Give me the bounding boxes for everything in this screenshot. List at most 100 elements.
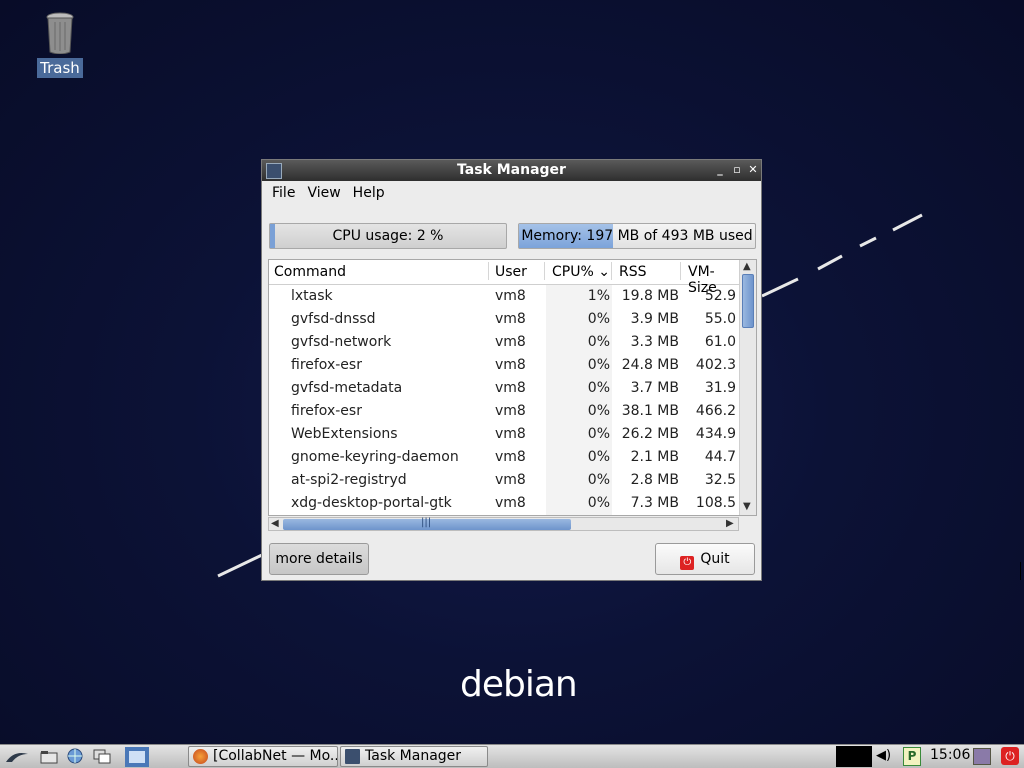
process-rss: 19.8 MB xyxy=(621,288,679,304)
maximize-icon[interactable]: ▫ xyxy=(731,163,743,177)
column-header-rss[interactable]: RSS xyxy=(619,262,681,280)
memory-usage-bar: Memory: 197 MB of 493 MB used xyxy=(518,223,756,249)
process-command: xdg-desktop-portal-gtk xyxy=(291,495,452,511)
taskbar-item-firefox-label: [CollabNet — Mo... xyxy=(213,748,338,764)
process-cpu: 0% xyxy=(587,311,610,327)
process-rss: 26.2 MB xyxy=(621,426,679,442)
clock[interactable]: 15:06 xyxy=(930,747,970,763)
column-header-command[interactable]: Command xyxy=(274,262,489,280)
trash-desktop-icon[interactable]: Trash xyxy=(36,12,84,78)
taskbar-item-task-manager[interactable]: Task Manager xyxy=(340,746,488,767)
lock-screen-icon[interactable] xyxy=(973,748,991,765)
process-row[interactable]: firefox-esr vm8 0% 38.1 MB 466.2 xyxy=(269,400,740,423)
process-user: vm8 xyxy=(495,288,526,304)
process-vm-size: 44.7 xyxy=(704,449,736,465)
taskbar-item-firefox[interactable]: [CollabNet — Mo... xyxy=(188,746,338,767)
process-user: vm8 xyxy=(495,426,526,442)
process-row[interactable]: firefox-esr vm8 0% 24.8 MB 402.3 xyxy=(269,354,740,377)
desktop-pager-icon[interactable] xyxy=(124,746,150,768)
volume-icon[interactable]: ◀) xyxy=(876,748,891,763)
process-command: gvfsd-metadata xyxy=(291,380,403,396)
process-command: firefox-esr xyxy=(291,357,362,373)
process-list-header: Command User CPU% ⌄ RSS VM-Size xyxy=(269,260,743,296)
window-switcher-icon[interactable] xyxy=(93,748,111,764)
process-cpu: 0% xyxy=(587,334,610,350)
scroll-down-arrow-icon[interactable]: ▼ xyxy=(743,501,751,512)
process-row[interactable]: lxtask vm8 1% 19.8 MB 52.9 xyxy=(269,285,740,308)
process-rss: 3.7 MB xyxy=(630,380,679,396)
column-header-cpu-label: CPU% xyxy=(552,264,594,280)
close-icon[interactable]: ✕ xyxy=(747,163,759,177)
power-icon: ⏻ xyxy=(680,556,695,570)
process-row[interactable]: WebExtensions vm8 0% 26.2 MB 434.9 xyxy=(269,423,740,446)
logout-power-icon[interactable]: ⏻ xyxy=(1001,747,1019,765)
process-cpu: 0% xyxy=(587,380,610,396)
trash-icon xyxy=(46,12,74,55)
debian-logo: debian xyxy=(460,664,578,705)
process-cpu: 0% xyxy=(587,403,610,419)
process-list[interactable]: Command User CPU% ⌄ RSS VM-Size lxtask vm… xyxy=(268,259,757,516)
process-rss: 24.8 MB xyxy=(621,357,679,373)
title-bar[interactable]: Task Manager _ ▫ ✕ xyxy=(262,160,761,181)
process-vm-size: 402.3 xyxy=(695,357,736,373)
process-vm-size: 61.0 xyxy=(704,334,736,350)
vertical-scrollbar[interactable]: ▲ ▼ xyxy=(739,260,756,515)
process-vm-size: 31.9 xyxy=(704,380,736,396)
horizontal-scroll-thumb[interactable]: ||| xyxy=(283,517,571,530)
process-cpu: 0% xyxy=(587,449,610,465)
process-command: gnome-keyring-daemon xyxy=(291,449,459,465)
process-rss: 7.3 MB xyxy=(630,495,679,511)
cpu-usage-bar: CPU usage: 2 % xyxy=(269,223,507,249)
process-vm-size: 32.5 xyxy=(704,472,736,488)
menu-file[interactable]: File xyxy=(266,185,301,201)
sort-chevron-down-icon: ⌄ xyxy=(598,264,610,280)
file-manager-icon[interactable] xyxy=(40,748,58,764)
process-row[interactable]: gvfsd-metadata vm8 0% 3.7 MB 31.9 xyxy=(269,377,740,400)
menu-help[interactable]: Help xyxy=(347,185,391,201)
menu-launcher-icon[interactable] xyxy=(4,748,30,764)
process-command: WebExtensions xyxy=(291,426,398,442)
web-browser-icon[interactable] xyxy=(66,748,84,764)
process-row[interactable]: gvfsd-dnssd vm8 0% 3.9 MB 55.0 xyxy=(269,308,740,331)
scroll-left-arrow-icon[interactable]: ◀ xyxy=(271,518,279,529)
package-updates-icon[interactable]: P xyxy=(903,747,921,766)
memory-usage-text: Memory: 197 MB of 493 MB used xyxy=(521,228,753,244)
scroll-right-arrow-icon[interactable]: ▶ xyxy=(726,518,734,529)
process-row[interactable]: gnome-keyring-daemon vm8 0% 2.1 MB 44.7 xyxy=(269,446,740,469)
taskbar: [CollabNet — Mo... Task Manager ◀) P 15:… xyxy=(0,744,1024,768)
more-details-button[interactable]: more details xyxy=(269,543,369,575)
process-rows: lxtask vm8 1% 19.8 MB 52.9 gvfsd-dnssd vm8 0% 3.… xyxy=(269,285,740,515)
process-user: vm8 xyxy=(495,380,526,396)
process-row[interactable]: xdg-desktop-portal-gtk vm8 0% 7.3 MB 108.5 xyxy=(269,492,740,515)
menu-view[interactable]: View xyxy=(301,185,346,201)
column-header-cpu[interactable]: CPU% ⌄ xyxy=(552,262,612,280)
trash-label: Trash xyxy=(37,58,83,78)
process-row[interactable]: gvfsd-network vm8 0% 3.3 MB 61.0 xyxy=(269,331,740,354)
column-header-user[interactable]: User xyxy=(495,262,545,280)
process-cpu: 0% xyxy=(587,495,610,511)
horizontal-scrollbar[interactable]: ◀ ||| ▶ xyxy=(268,517,739,531)
process-cpu: 0% xyxy=(587,472,610,488)
quit-label: Quit xyxy=(700,551,730,567)
process-row[interactable]: at-spi2-registryd vm8 0% 2.8 MB 32.5 xyxy=(269,469,740,492)
minimize-icon[interactable]: _ xyxy=(714,163,726,177)
quit-button[interactable]: ⏻ Quit xyxy=(655,543,755,575)
process-vm-size: 108.5 xyxy=(695,495,736,511)
process-command: lxtask xyxy=(291,288,333,304)
window-title: Task Manager xyxy=(457,162,566,178)
process-user: vm8 xyxy=(495,403,526,419)
column-header-vm-size[interactable]: VM-Size xyxy=(688,262,743,296)
task-manager-window: Task Manager _ ▫ ✕ File View Help CPU us… xyxy=(261,159,762,581)
process-cpu: 0% xyxy=(587,426,610,442)
process-user: vm8 xyxy=(495,449,526,465)
vertical-scroll-thumb[interactable] xyxy=(742,274,754,328)
firefox-icon xyxy=(193,749,208,764)
cpu-usage-text: CPU usage: 2 % xyxy=(332,228,444,244)
scroll-up-arrow-icon[interactable]: ▲ xyxy=(743,261,751,272)
mouse-cursor xyxy=(1020,562,1023,580)
process-command: gvfsd-dnssd xyxy=(291,311,376,327)
process-command: firefox-esr xyxy=(291,403,362,419)
process-rss: 3.9 MB xyxy=(630,311,679,327)
process-cpu: 0% xyxy=(587,357,610,373)
process-vm-size: 55.0 xyxy=(704,311,736,327)
